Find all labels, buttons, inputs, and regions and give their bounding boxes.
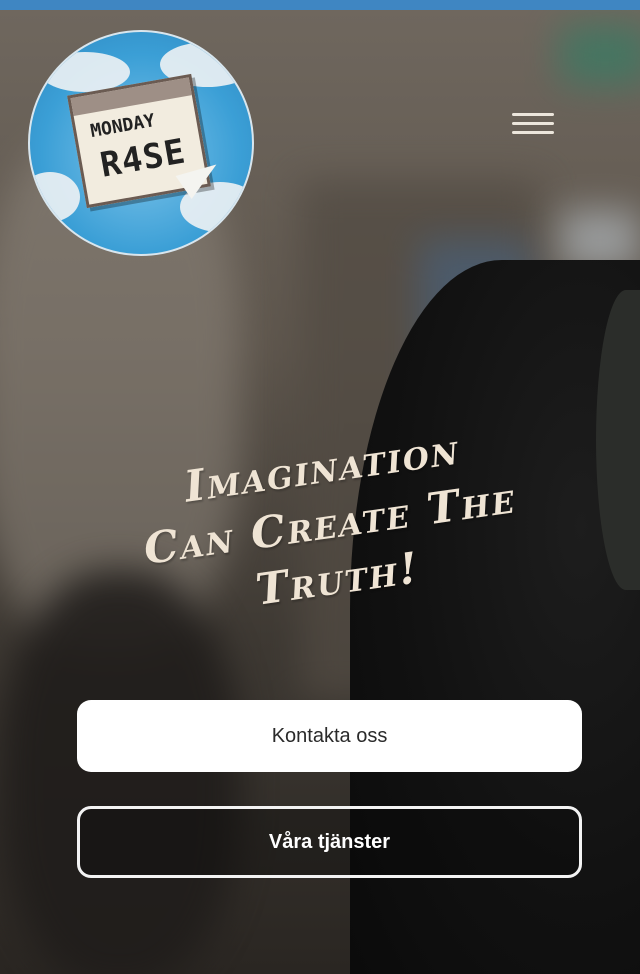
exit-sign-blur — [560, 25, 640, 85]
site-logo[interactable]: MONDAY R4SE — [28, 30, 254, 256]
services-button[interactable]: Våra tjänster — [77, 806, 582, 878]
menu-bar — [512, 112, 554, 116]
top-accent-bar — [0, 0, 640, 10]
menu-bar — [512, 121, 554, 125]
logo-text-line2: R4SE — [97, 131, 189, 186]
menu-bar — [512, 130, 554, 134]
contact-button[interactable]: Kontakta oss — [77, 700, 582, 772]
cloud-icon — [30, 172, 80, 222]
hamburger-menu-icon[interactable] — [512, 106, 554, 140]
